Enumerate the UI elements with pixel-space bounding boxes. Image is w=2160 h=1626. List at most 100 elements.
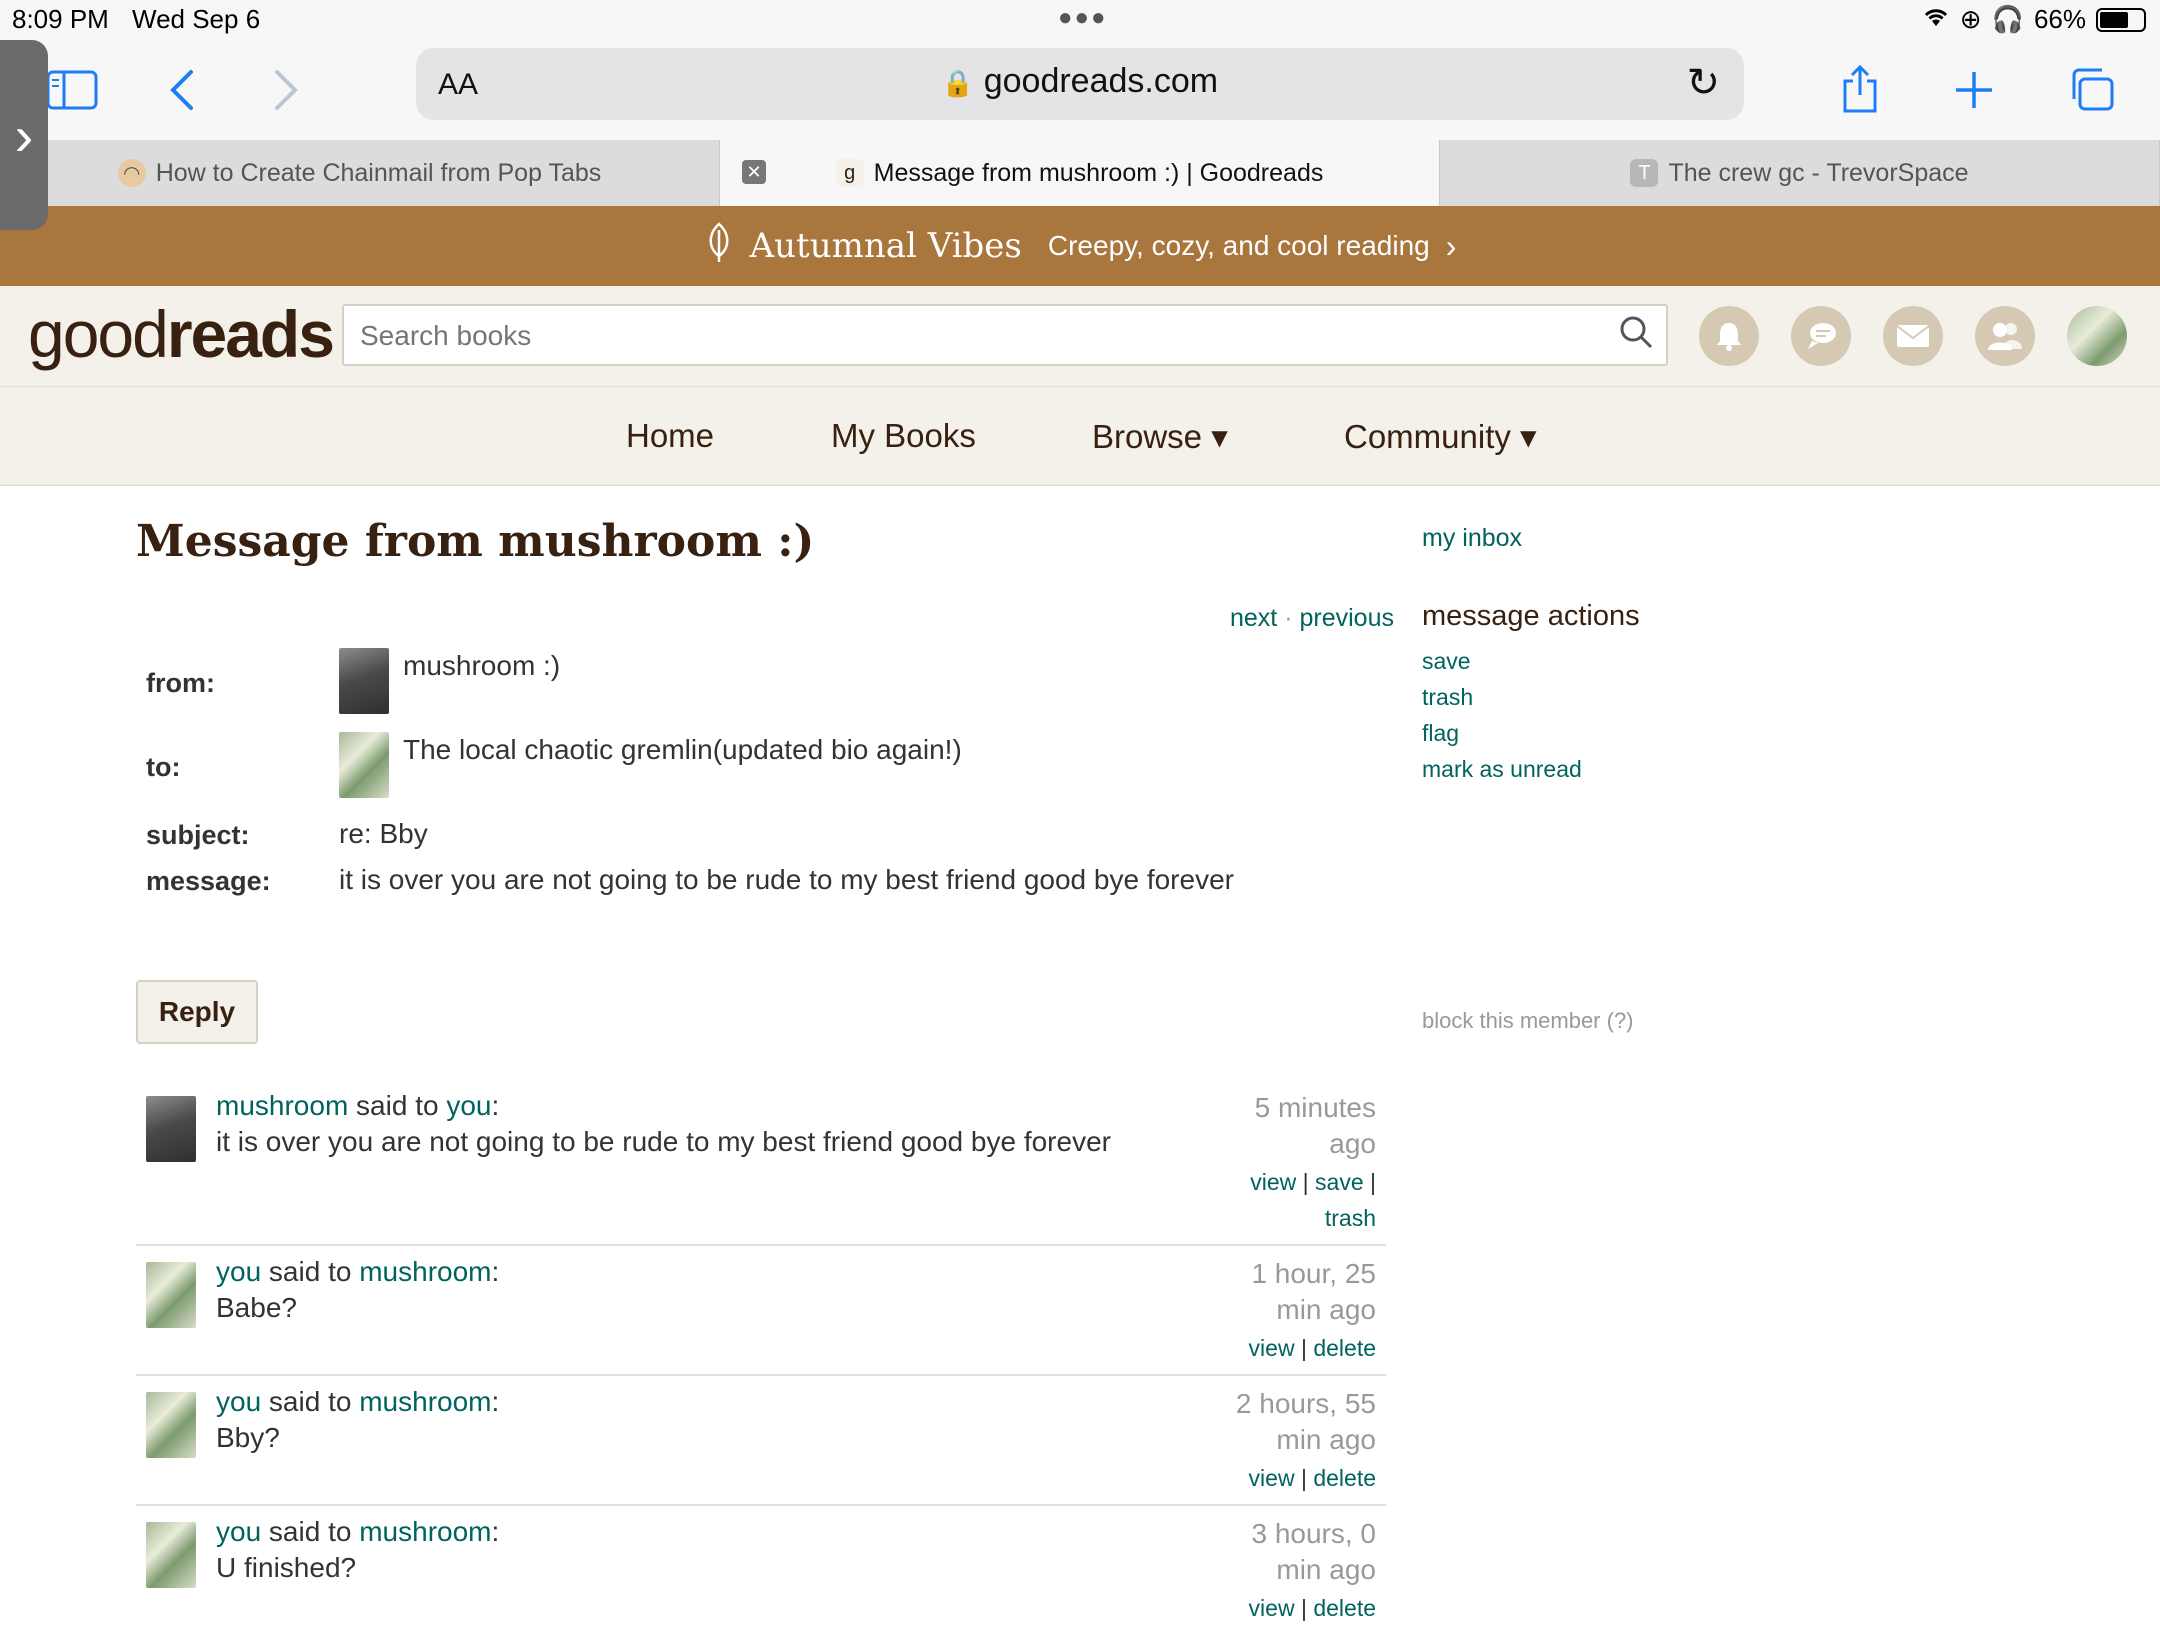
tab-overview-icon[interactable] — [2060, 58, 2124, 122]
goodreads-favicon-icon: g — [835, 159, 864, 187]
tab-trevorspace[interactable]: T The crew gc - TrevorSpace — [1440, 140, 2160, 206]
url-display[interactable]: 🔒 goodreads.com — [416, 62, 1744, 101]
my-inbox-link[interactable]: my inbox — [1422, 524, 1522, 553]
main-content: Message from mushroom :) next · previous… — [0, 486, 2160, 1621]
profile-avatar[interactable] — [2067, 306, 2127, 366]
wifi-icon — [1922, 4, 1950, 35]
tab-title: The crew gc - TrevorSpace — [1668, 158, 1969, 187]
multitasking-dots-icon[interactable]: ●●● — [1058, 4, 1108, 32]
messages-envelope-icon[interactable] — [1883, 306, 1943, 366]
back-icon[interactable] — [150, 58, 214, 122]
time-line: ago — [1329, 1128, 1376, 1159]
status-bar: 8:09 PM Wed Sep 6 ●●● ⊕ 🎧 66% — [0, 0, 2160, 40]
sidebar-peek-handle[interactable]: › — [0, 40, 48, 230]
reply-button[interactable]: Reply — [136, 980, 258, 1044]
promo-banner[interactable]: Autumnal Vibes Creepy, cozy, and cool re… — [0, 206, 2160, 286]
lock-icon: 🔒 — [941, 68, 975, 98]
delete-link[interactable]: delete — [1313, 1335, 1376, 1361]
sender-link[interactable]: mushroom :) — [403, 650, 560, 682]
nav-my-books[interactable]: My Books — [831, 417, 976, 455]
notifications-bell-icon[interactable] — [1699, 306, 1759, 366]
chainmail-favicon-icon: ◠ — [117, 159, 146, 187]
thread-time: 2 hours, 55 min ago — [1176, 1386, 1376, 1458]
thread-body: Bby? — [216, 1422, 280, 1453]
thread-avatar[interactable] — [146, 1096, 196, 1162]
previous-link[interactable]: previous — [1299, 604, 1394, 632]
mark-unread-link[interactable]: mark as unread — [1422, 756, 1582, 783]
search-icon[interactable] — [1618, 314, 1654, 360]
thread-time: 1 hour, 25 min ago — [1176, 1256, 1376, 1328]
listener-link[interactable]: mushroom — [359, 1256, 491, 1287]
save-action-link[interactable]: save — [1422, 648, 1471, 675]
trash-link[interactable]: trash — [1325, 1205, 1376, 1231]
listener-link[interactable]: you — [446, 1090, 491, 1121]
tab-goodreads[interactable]: ✕ g Message from mushroom :) | Goodreads — [720, 140, 1440, 206]
speaker-link[interactable]: you — [216, 1386, 261, 1417]
tab-chainmail[interactable]: ◠ How to Create Chainmail from Pop Tabs — [0, 140, 720, 206]
next-link[interactable]: next — [1230, 604, 1277, 632]
view-link[interactable]: view — [1250, 1169, 1296, 1195]
page-title: Message from mushroom :) — [136, 516, 815, 567]
listener-link[interactable]: mushroom — [359, 1516, 491, 1547]
close-tab-icon[interactable]: ✕ — [742, 160, 766, 184]
view-link[interactable]: view — [1249, 1595, 1295, 1621]
said-to-text: said to — [261, 1516, 360, 1547]
view-link[interactable]: view — [1249, 1335, 1295, 1361]
time-line: 1 hour, 25 — [1251, 1258, 1376, 1289]
delete-link[interactable]: delete — [1313, 1595, 1376, 1621]
speaker-link[interactable]: mushroom — [216, 1090, 348, 1121]
forward-icon[interactable] — [254, 58, 318, 122]
thread-header: you said to mushroom: — [216, 1516, 499, 1548]
battery-percent: 66% — [2033, 4, 2086, 34]
nav-browse[interactable]: Browse ▾ — [1092, 417, 1228, 456]
save-link[interactable]: save — [1315, 1169, 1364, 1195]
colon-text: : — [491, 1516, 500, 1547]
time-line: 2 hours, 55 — [1235, 1388, 1376, 1419]
subject-value: re: Bby — [339, 818, 428, 849]
search-input[interactable] — [360, 316, 1590, 356]
thread-message: you said to mushroom: Babe? 1 hour, 25 m… — [136, 1256, 1386, 1366]
new-tab-icon[interactable] — [1942, 58, 2006, 122]
thread-avatar[interactable] — [146, 1262, 196, 1328]
listener-link[interactable]: mushroom — [359, 1386, 491, 1417]
thread-body: U finished? — [216, 1552, 357, 1583]
thread-message: you said to mushroom: Bby? 2 hours, 55 m… — [136, 1386, 1386, 1496]
flag-action-link[interactable]: flag — [1422, 720, 1459, 747]
trevorspace-favicon-icon: T — [1630, 159, 1659, 187]
sender-avatar[interactable] — [339, 648, 389, 714]
reload-icon[interactable]: ↻ — [1686, 60, 1720, 106]
thread-actions: view | delete — [1248, 1335, 1376, 1361]
time-line: 3 hours, 0 — [1251, 1518, 1376, 1549]
said-to-text: said to — [261, 1386, 360, 1417]
time-line: 5 minutes — [1254, 1092, 1376, 1123]
goodreads-logo[interactable]: goodreads — [28, 296, 335, 372]
thread-avatar[interactable] — [146, 1392, 196, 1458]
thread-divider — [136, 1374, 1386, 1376]
thread-divider — [136, 1244, 1386, 1246]
speaker-link[interactable]: you — [216, 1516, 261, 1547]
thread-header: you said to mushroom: — [216, 1256, 499, 1288]
share-icon[interactable] — [1828, 58, 1892, 122]
thread-body: it is over you are not going to be rude … — [216, 1126, 1111, 1157]
trash-action-link[interactable]: trash — [1422, 684, 1473, 711]
thread-header: mushroom said to you: — [216, 1090, 499, 1122]
screen-lock-icon: ⊕ — [1959, 4, 1982, 34]
said-to-text: said to — [348, 1090, 447, 1121]
thread-time: 5 minutes ago — [1176, 1090, 1376, 1162]
thread-actions: view | delete — [1248, 1465, 1376, 1491]
block-member-link[interactable]: block this member (?) — [1422, 1008, 1634, 1034]
recipient-avatar[interactable] — [339, 732, 389, 798]
view-link[interactable]: view — [1249, 1465, 1295, 1491]
speaker-link[interactable]: you — [216, 1256, 261, 1287]
nav-community[interactable]: Community ▾ — [1344, 417, 1537, 456]
discussions-icon[interactable] — [1791, 306, 1851, 366]
address-bar[interactable]: AA 🔒 goodreads.com ↻ — [416, 48, 1744, 120]
recipient-link[interactable]: The local chaotic gremlin(updated bio ag… — [403, 734, 962, 766]
thread-actions: view | delete — [1248, 1595, 1376, 1621]
friends-icon[interactable] — [1975, 306, 2035, 366]
nav-home[interactable]: Home — [626, 417, 714, 455]
status-icons: ⊕ 🎧 66% — [1922, 4, 2146, 35]
thread-avatar[interactable] — [146, 1522, 196, 1588]
sidebar-toggle-icon[interactable] — [40, 58, 104, 122]
delete-link[interactable]: delete — [1313, 1465, 1376, 1491]
